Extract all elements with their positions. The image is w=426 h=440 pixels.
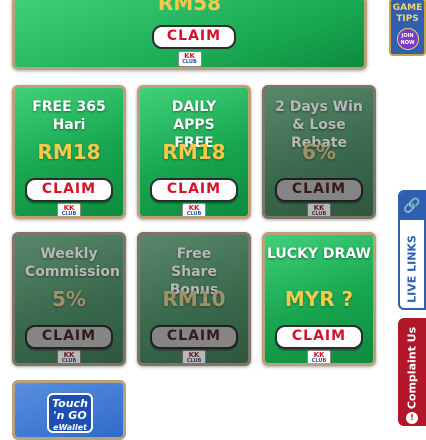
join-now-button[interactable]: JOIN NOW bbox=[396, 28, 419, 50]
kk-club-logo: KK CLUB bbox=[307, 203, 331, 217]
card-amount: RM18 bbox=[37, 140, 101, 164]
touch-n-go-logo: Touch 'n GO eWallet bbox=[47, 393, 93, 433]
kk-club-logo: KK CLUB bbox=[177, 51, 202, 67]
logo-subtext: CLUB bbox=[186, 358, 202, 364]
link-icon: 🔗 bbox=[400, 192, 424, 220]
logo-subtext: CLUB bbox=[311, 211, 327, 217]
card-amount: MYR ? bbox=[284, 287, 354, 311]
claim-button[interactable]: CLAIM bbox=[275, 325, 363, 349]
card-amount: 6% bbox=[302, 140, 336, 164]
game-tips-line2: TIPS bbox=[396, 14, 419, 24]
card-amount: RM10 bbox=[162, 287, 226, 311]
claim-button[interactable]: CLAIM bbox=[150, 178, 238, 202]
game-tips-line1: GAME bbox=[392, 3, 423, 13]
claim-button[interactable]: CLAIM bbox=[25, 178, 113, 202]
card-title: Weekly Commission bbox=[25, 246, 120, 280]
kk-club-logo: KK CLUB bbox=[57, 350, 81, 364]
promo-card-win-lose-rebate: 2 Days Win & Lose Rebate 6% CLAIM KK CLUB bbox=[262, 85, 376, 219]
promo-card-free-365: FREE 365 Hari RM18 CLAIM KK CLUB bbox=[12, 85, 126, 219]
tng-line2: 'n GO bbox=[53, 409, 87, 422]
claim-button[interactable]: CLAIM bbox=[25, 325, 113, 349]
card-title: FREE 365 Hari bbox=[32, 99, 106, 133]
tng-line3: eWallet bbox=[53, 423, 87, 432]
touch-n-go-card[interactable]: Touch 'n GO eWallet bbox=[12, 380, 126, 440]
promo-banner-top: RM58 CLAIM KK CLUB bbox=[12, 0, 367, 70]
live-links-tab[interactable]: 🔗 LIVE LINKS bbox=[398, 190, 426, 310]
complaint-tab[interactable]: Complaint Us ! bbox=[398, 318, 426, 426]
promo-card-weekly-commission: Weekly Commission 5% CLAIM KK CLUB bbox=[12, 232, 126, 366]
kk-club-logo: KK CLUB bbox=[307, 350, 331, 364]
promo-card-lucky-draw: LUCKY DRAW MYR ? CLAIM KK CLUB bbox=[262, 232, 376, 366]
kk-club-logo: KK CLUB bbox=[182, 203, 206, 217]
kk-club-logo: KK CLUB bbox=[57, 203, 81, 217]
game-tips-widget[interactable]: GAME TIPS JOIN NOW bbox=[389, 0, 426, 56]
promo-card-free-share-bonus: Free Share Bonus RM10 CLAIM KK CLUB bbox=[137, 232, 251, 366]
logo-subtext: CLUB bbox=[311, 358, 327, 364]
card-amount: RM18 bbox=[162, 140, 226, 164]
banner-claim-button[interactable]: CLAIM bbox=[152, 25, 236, 49]
complaint-label: Complaint Us bbox=[405, 326, 419, 409]
banner-amount: RM58 bbox=[157, 0, 222, 15]
logo-subtext: CLUB bbox=[182, 59, 197, 65]
warning-icon: ! bbox=[406, 412, 418, 424]
promo-card-daily-apps: DAILY APPS FREE RM18 CLAIM KK CLUB bbox=[137, 85, 251, 219]
live-links-label: LIVE LINKS bbox=[405, 234, 419, 303]
logo-subtext: CLUB bbox=[61, 211, 77, 217]
card-amount: 5% bbox=[52, 287, 86, 311]
card-title: LUCKY DRAW bbox=[267, 246, 371, 262]
claim-button[interactable]: CLAIM bbox=[275, 178, 363, 202]
logo-subtext: CLUB bbox=[186, 211, 202, 217]
kk-club-logo: KK CLUB bbox=[182, 350, 206, 364]
logo-subtext: CLUB bbox=[61, 358, 77, 364]
claim-button[interactable]: CLAIM bbox=[150, 325, 238, 349]
